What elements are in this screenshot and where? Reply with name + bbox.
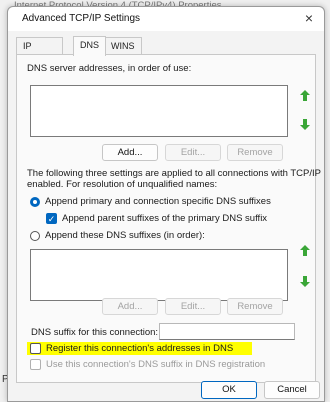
dns-servers-label: DNS server addresses, in order of use: bbox=[27, 63, 192, 74]
append-parent-checkbox[interactable]: ✓ bbox=[46, 213, 57, 224]
append-these-radio[interactable] bbox=[30, 231, 40, 241]
ok-button[interactable]: OK bbox=[201, 381, 257, 399]
suffix-move-up-icon[interactable] bbox=[298, 244, 312, 258]
dns-edit-button[interactable]: Edit... bbox=[165, 144, 221, 161]
connection-suffix-input[interactable] bbox=[159, 323, 295, 340]
move-down-icon[interactable] bbox=[298, 117, 312, 131]
suffix-add-button[interactable]: Add... bbox=[102, 298, 158, 315]
move-up-icon[interactable] bbox=[298, 89, 312, 103]
use-suffix-label: Use this connection's DNS suffix in DNS … bbox=[46, 359, 266, 370]
register-label: Register this connection's addresses in … bbox=[46, 343, 234, 354]
dns-add-button[interactable]: Add... bbox=[102, 144, 158, 161]
advanced-tcpip-dialog: Advanced TCP/IP Settings × IP Settings D… bbox=[7, 6, 325, 402]
suffix-move-down-icon[interactable] bbox=[298, 274, 312, 288]
tab-ip-settings[interactable]: IP Settings bbox=[16, 37, 63, 68]
cancel-button[interactable]: Cancel bbox=[264, 381, 320, 399]
dns-remove-button[interactable]: Remove bbox=[227, 144, 283, 161]
append-parent-label: Append parent suffixes of the primary DN… bbox=[62, 213, 268, 224]
suffix-remove-button[interactable]: Remove bbox=[227, 298, 283, 315]
tab-dns[interactable]: DNS bbox=[73, 36, 107, 56]
close-icon[interactable]: × bbox=[298, 9, 320, 29]
connection-suffix-label: DNS suffix for this connection: bbox=[31, 327, 159, 338]
register-checkbox[interactable] bbox=[30, 343, 41, 354]
tab-wins[interactable]: WINS bbox=[104, 37, 142, 55]
info-text-line1: The following three settings are applied… bbox=[27, 168, 321, 179]
dns-tab-panel: DNS server addresses, in order of use: A… bbox=[16, 54, 321, 383]
use-suffix-checkbox[interactable] bbox=[30, 359, 41, 370]
append-primary-radio[interactable] bbox=[30, 197, 40, 207]
title-bar[interactable]: Advanced TCP/IP Settings × bbox=[8, 7, 324, 31]
dns-servers-list[interactable] bbox=[30, 85, 288, 137]
append-primary-label: Append primary and connection specific D… bbox=[45, 196, 271, 207]
info-text-line2: enabled. For resolution of unqualified n… bbox=[27, 179, 218, 190]
dialog-title: Advanced TCP/IP Settings bbox=[22, 13, 141, 24]
append-these-label: Append these DNS suffixes (in order): bbox=[45, 230, 205, 241]
suffix-edit-button[interactable]: Edit... bbox=[165, 298, 221, 315]
dns-suffixes-list[interactable] bbox=[30, 249, 288, 301]
